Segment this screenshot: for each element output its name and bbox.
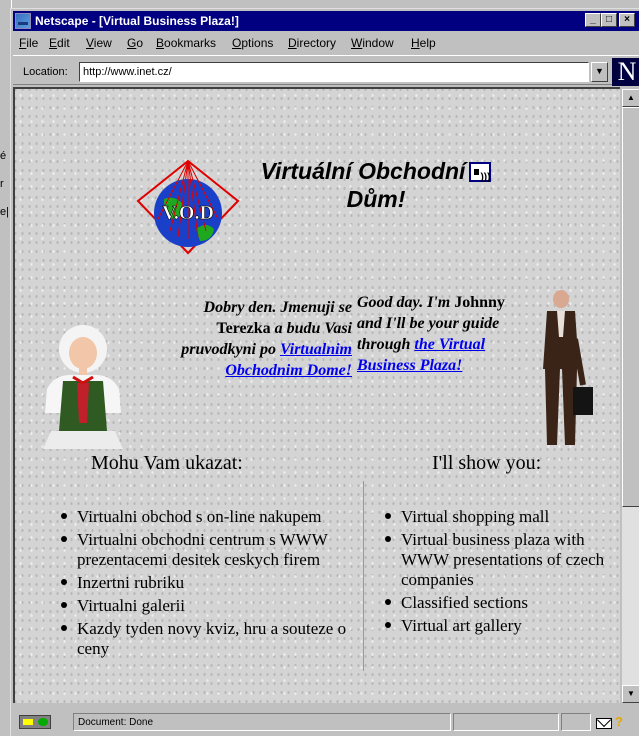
skirt-shape (43, 431, 123, 449)
scroll-down-button[interactable]: ▼ (622, 685, 639, 703)
security-key-icon[interactable] (19, 715, 51, 729)
location-input[interactable] (79, 62, 589, 82)
czech-greeting: Dobry den. Jmenuji se Terezka a budu Vas… (162, 297, 352, 381)
page-content: V.O.D Virtuální Obchodní Dům! (13, 87, 620, 703)
list-item: Virtualni galerii (55, 596, 355, 616)
close-button[interactable]: × (619, 13, 635, 27)
menu-file[interactable]: File (19, 36, 38, 50)
heading-line-1: Virtuální Obchodní (260, 158, 466, 184)
sound-speaker-icon[interactable] (469, 162, 492, 192)
menu-edit[interactable]: Edit (49, 36, 70, 50)
location-label: Location: (23, 66, 68, 78)
scroll-thumb[interactable] (622, 107, 639, 507)
menu-view[interactable]: View (86, 36, 112, 50)
czech-greeting-text-1: Dobry den. Jmenuji se (203, 299, 352, 316)
menu-bar: File Edit View Go Bookmarks Options Dire… (13, 33, 639, 51)
johnny-guide-image (527, 289, 597, 452)
czech-guide-name: Terezka (216, 320, 271, 337)
location-toolbar: Location: ▼ N (13, 55, 639, 86)
briefcase-shape (573, 387, 593, 415)
scroll-up-button[interactable]: ▲ (622, 89, 639, 107)
window-title: Netscape - [Virtual Business Plaza!] (35, 14, 239, 28)
status-bar: Document: Done ? (13, 707, 639, 735)
face-shape (69, 337, 97, 369)
title-bar[interactable]: Netscape - [Virtual Business Plaza!] _ □… (13, 11, 639, 31)
english-feature-list: Virtual shopping mall Virtual business p… (379, 507, 619, 639)
mail-icon[interactable] (596, 718, 612, 729)
status-text: Document: Done (73, 713, 451, 731)
help-icon[interactable]: ? (615, 714, 623, 729)
menu-bookmarks[interactable]: Bookmarks (156, 36, 216, 50)
menu-help[interactable]: Help (411, 36, 436, 50)
english-list-heading: I'll show you: (432, 452, 542, 474)
head-shape (553, 290, 569, 308)
vest-center-shape (77, 383, 89, 423)
menu-go[interactable]: Go (127, 36, 143, 50)
english-greeting: Good day. I'm Johnny and I'll be your gu… (357, 292, 517, 376)
column-divider (363, 481, 364, 671)
czech-list-heading: Mohu Vam ukazat: (91, 452, 243, 474)
browser-window: Netscape - [Virtual Business Plaza!] _ □… (10, 8, 639, 736)
netscape-throbber-logo[interactable]: N (612, 58, 639, 86)
vertical-scrollbar[interactable]: ▲ ▼ (622, 89, 639, 703)
english-greeting-text-1: Good day. I'm (357, 294, 455, 311)
list-item: Inzertni rubriku (55, 573, 355, 593)
menu-options[interactable]: Options (232, 36, 273, 50)
list-item: Virtualni obchodni centrum s WWW prezent… (55, 530, 355, 570)
vod-logo[interactable]: V.O.D (134, 159, 242, 258)
list-item: Classified sections (379, 593, 619, 613)
page-heading: Virtuální Obchodní Dům! (241, 157, 511, 213)
menu-directory[interactable]: Directory (288, 36, 336, 50)
netscape-app-icon[interactable] (15, 13, 31, 29)
menu-window[interactable]: Window (351, 36, 394, 50)
minimize-button[interactable]: _ (585, 13, 601, 27)
left-leg-shape (545, 369, 560, 445)
logo-text: V.O.D (162, 202, 214, 224)
czech-feature-list: Virtualni obchod s on-line nakupem Virtu… (55, 507, 355, 662)
maximize-button[interactable]: □ (601, 13, 617, 27)
list-item: Kazdy tyden novy kviz, hru a souteze o c… (55, 619, 355, 659)
status-field (561, 713, 591, 731)
location-dropdown-button[interactable]: ▼ (591, 62, 608, 82)
progress-field (453, 713, 559, 731)
list-item: Virtualni obchod s on-line nakupem (55, 507, 355, 527)
list-item: Virtual business plaza with WWW presenta… (379, 530, 619, 590)
vod-globe-logo-image: V.O.D (136, 159, 240, 255)
english-guide-name: Johnny (454, 294, 505, 311)
list-item: Virtual shopping mall (379, 507, 619, 527)
terezka-guide-image (33, 319, 133, 452)
list-item: Virtual art gallery (379, 616, 619, 636)
heading-line-2: Dům! (346, 186, 406, 212)
